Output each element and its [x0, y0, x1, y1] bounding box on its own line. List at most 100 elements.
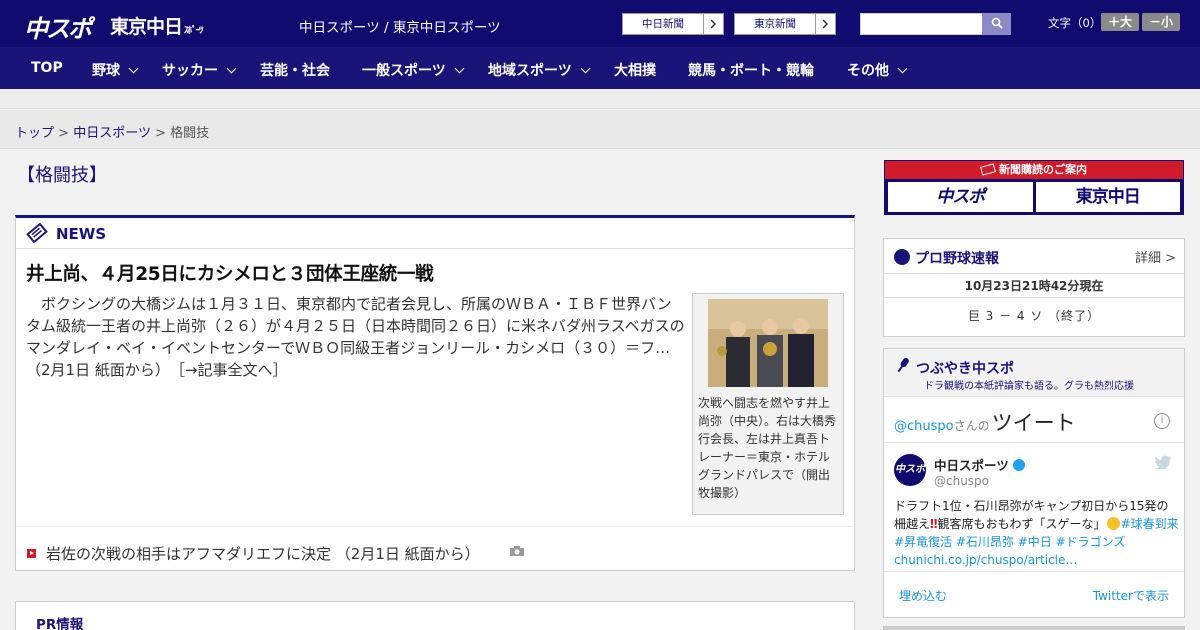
nav-item-top[interactable]: TOP — [31, 60, 63, 76]
tweet-user-name-text: 中日スポーツ — [934, 458, 1009, 473]
chevron-down-icon — [226, 63, 237, 73]
twitter-widget-header: つぶやき中スポ ドラ観戦の本紙評論家も語る。グラも熱烈応援 — [884, 349, 1184, 397]
breadcrumb-chunichi-sports[interactable]: 中日スポーツ — [73, 126, 151, 141]
search-input[interactable] — [860, 13, 983, 35]
divider — [884, 442, 1184, 443]
sidebar-next-section — [883, 626, 1185, 630]
nav-label: その他 — [847, 63, 889, 79]
font-smaller-button[interactable]: －小 — [1142, 13, 1180, 31]
baseball-timestamp: 10月23日21時42分現在 — [884, 274, 1184, 298]
article-photo[interactable] — [708, 299, 828, 387]
chevron-right-icon — [703, 14, 723, 34]
subscription-logo-tokyo: 東京中日 — [1035, 182, 1180, 212]
photo-caption: 次戦へ闘志を燃やす井上尚弥（中央）。右は大橋秀行会長、左は井上真吾トレーナー＝東… — [698, 396, 837, 500]
avatar-text: 中スポ — [895, 464, 925, 475]
subscription-heading: 新聞購読のご案内 — [885, 161, 1183, 179]
search-button[interactable] — [982, 13, 1011, 35]
twitter-bird-icon[interactable] — [1154, 455, 1172, 473]
tweets-by-line: @chuspoさんのツイート — [894, 407, 1076, 437]
subscription-logos: 中スポ 東京中日 — [888, 182, 1180, 212]
article-body: ボクシングの大橋ジムは１月３１日、東京都内で記者会見し、所属のＷＢＡ・ＩＢＦ世界… — [26, 293, 686, 381]
nav-label: 野球 — [92, 63, 120, 79]
baseball-detail-link[interactable]: 詳細 > — [1135, 247, 1176, 266]
nav-item-sumo[interactable]: 大相撲 — [614, 60, 656, 80]
tweet-text: ドラフト1位・石川昂弥がキャンプ初日から15発の柵越え‼観客席もおもわず「スゲー… — [894, 497, 1179, 569]
microphone-icon — [894, 356, 912, 378]
twitter-widget: つぶやき中スポ ドラ観戦の本紙評論家も語る。グラも熱烈応援 @chuspoさんの… — [883, 348, 1185, 618]
tweet-link[interactable]: chunichi.co.jp/chuspo/article… — [894, 553, 1077, 567]
tokyo-logo-text: 東京中日 — [110, 16, 183, 38]
nav-label: 一般スポーツ — [362, 63, 446, 79]
article-title[interactable]: 井上尚、４月25日にカシメロと３団体王座統一戦 — [26, 260, 434, 286]
article-summary: ボクシングの大橋ジムは１月３１日、東京都内で記者会見し、所属のＷＢＡ・ＩＢＦ世界… — [26, 295, 685, 357]
news-section: NEWS 井上尚、４月25日にカシメロと３団体王座統一戦 ボクシングの大橋ジムは… — [15, 215, 855, 571]
article-photo-box: 次戦へ闘志を燃やす井上尚弥（中央）。右は大橋秀行会長、左は井上真吾トレーナー＝東… — [692, 293, 844, 515]
pr-section: PR情報 — [15, 601, 855, 630]
chevron-down-icon — [897, 63, 908, 73]
main-nav: TOP 野球 サッカー 芸能・社会 一般スポーツ 地域スポーツ 大相撲 競馬・ボ… — [0, 47, 1200, 89]
san-text: さんの — [953, 419, 990, 433]
news-header: NEWS — [16, 218, 854, 249]
nav-item-other[interactable]: その他 — [847, 60, 908, 80]
subscription-banner[interactable]: 新聞購読のご案内 中スポ 東京中日 — [884, 160, 1184, 215]
article-source: （2月1日 紙面から） — [26, 361, 163, 379]
related-article-link[interactable]: 岩佐の次戦の相手はアフマダリエフに決定 （2月1日 紙面から） — [46, 543, 480, 564]
tweet-user-handle[interactable]: @chuspo — [934, 474, 989, 488]
chevron-down-icon — [128, 63, 139, 73]
nav-item-racing[interactable]: 競馬・ボート・競輪 — [688, 60, 814, 80]
baseball-score-line[interactable]: 巨 3 － 4 ソ （終了） — [884, 298, 1184, 334]
related-article: 岩佐の次戦の相手はアフマダリエフに決定 （2月1日 紙面から） — [16, 526, 854, 571]
chuspo-logo[interactable]: 中スポ — [24, 9, 92, 43]
newspaper-icon — [980, 163, 996, 176]
sub-bar — [0, 89, 1200, 109]
nav-item-baseball[interactable]: 野球 — [92, 60, 139, 80]
breadcrumb-separator: > — [58, 126, 70, 141]
chevron-right-icon — [815, 14, 835, 34]
chevron-down-icon — [454, 63, 465, 73]
tweet-footer: 埋め込む Twitterで表示 — [884, 571, 1184, 617]
nav-label: サッカー — [162, 63, 218, 79]
verified-icon — [1012, 459, 1025, 471]
nav-label: TOP — [31, 60, 63, 76]
search-icon — [991, 17, 1003, 32]
nav-item-local-sports[interactable]: 地域スポーツ — [488, 60, 591, 80]
nav-item-general-sports[interactable]: 一般スポーツ — [362, 60, 465, 80]
baseball-scores: プロ野球速報 詳細 > 10月23日21時42分現在 巨 3 － 4 ソ （終了… — [883, 238, 1185, 337]
tweets-word: ツイート — [991, 411, 1076, 435]
nav-label: 競馬・ボート・競輪 — [688, 63, 814, 79]
nav-label: 地域スポーツ — [488, 63, 572, 79]
nav-label: 大相撲 — [614, 63, 656, 79]
info-icon[interactable]: i — [1154, 413, 1170, 429]
breadcrumb: トップ > 中日スポーツ > 格闘技 — [15, 122, 209, 141]
breadcrumb-top[interactable]: トップ — [15, 126, 54, 141]
tweet-user-name[interactable]: 中日スポーツ — [934, 455, 1025, 474]
newspaper-icon — [26, 222, 48, 248]
heart-eyes-emoji-icon — [1106, 517, 1120, 530]
baseball-header: プロ野球速報 詳細 > — [884, 239, 1184, 274]
tokyo-chunichi-logo[interactable]: 東京中日 ｽﾎﾟｰﾂ — [110, 12, 204, 39]
subscription-logo-chuspo: 中スポ — [888, 182, 1033, 212]
chevron-down-icon — [580, 63, 591, 73]
breadcrumb-separator: > — [155, 126, 166, 141]
chunichi-shimbun-label: 中日新聞 — [642, 18, 684, 30]
nav-item-entertainment[interactable]: 芸能・社会 — [260, 60, 330, 80]
nav-item-soccer[interactable]: サッカー — [162, 60, 237, 80]
baseball-icon — [894, 249, 910, 265]
font-larger-button[interactable]: ＋大 — [1101, 13, 1139, 31]
chunichi-shimbun-button[interactable]: 中日新聞 — [622, 13, 724, 35]
embed-link[interactable]: 埋め込む — [899, 587, 947, 604]
tokyo-shimbun-button[interactable]: 東京新聞 — [734, 13, 836, 35]
site-header: 中スポ 東京中日 ｽﾎﾟｰﾂ 中日スポーツ / 東京中日スポーツ 中日新聞 東京新… — [0, 0, 1200, 47]
play-bullet-icon — [27, 549, 36, 558]
breadcrumb-area: トップ > 中日スポーツ > 格闘技 — [0, 110, 1200, 149]
camera-icon — [509, 545, 525, 561]
account-link[interactable]: @chuspo — [894, 419, 954, 434]
baseball-title: プロ野球速報 — [915, 251, 999, 267]
page-title: 【格闘技】 — [17, 165, 107, 186]
view-on-twitter-link[interactable]: Twitterで表示 — [1093, 587, 1169, 604]
site-names: 中日スポーツ / 東京中日スポーツ — [299, 20, 501, 36]
pr-label: PR情報 — [36, 617, 84, 630]
double-exclamation-icon: ‼ — [930, 517, 938, 531]
read-more-link[interactable]: ［→記事全文へ］ — [177, 361, 287, 379]
avatar[interactable]: 中スポ — [894, 454, 926, 486]
